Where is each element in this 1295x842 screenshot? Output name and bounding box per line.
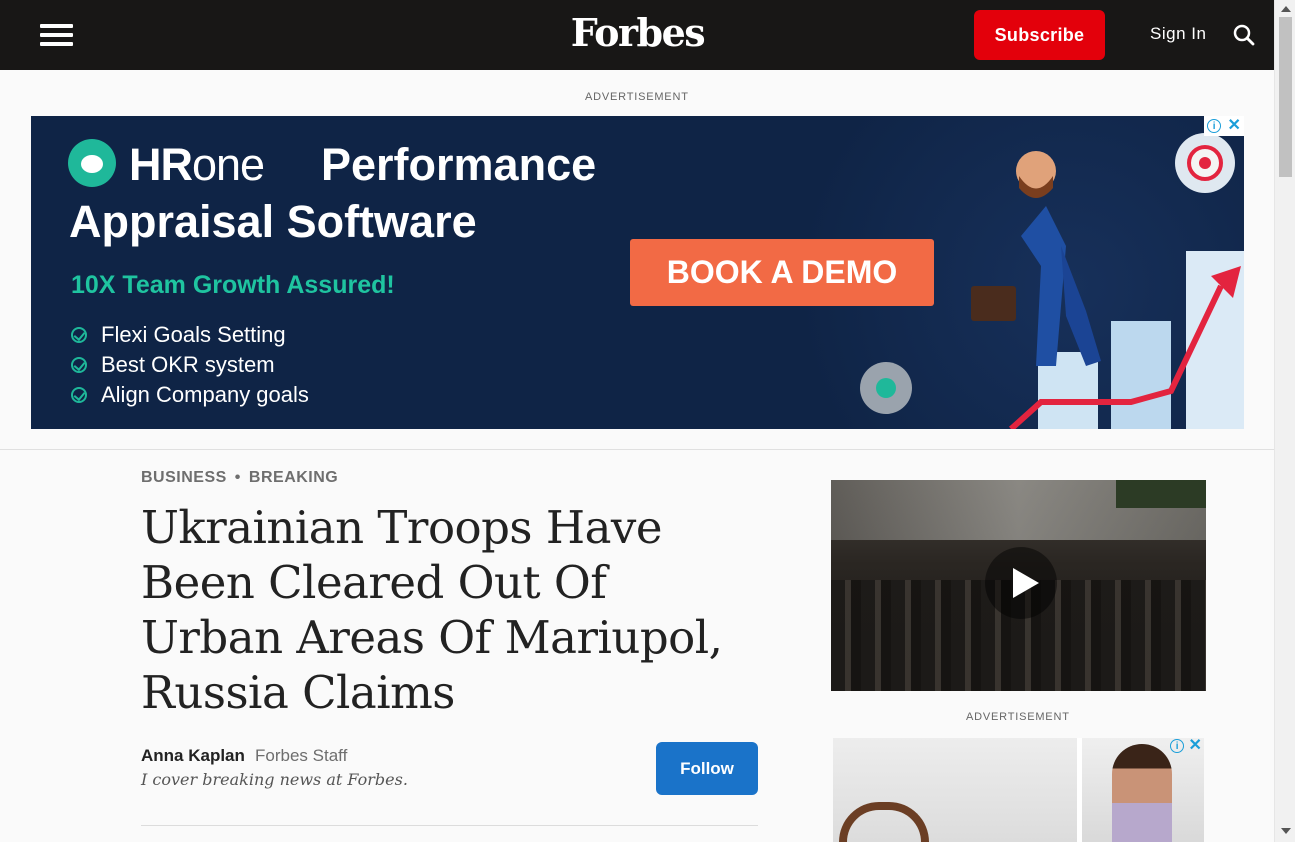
menu-icon[interactable] — [40, 24, 73, 46]
advertisement-label: ADVERTISEMENT — [966, 711, 1070, 723]
section-divider — [0, 449, 1274, 450]
check-circle-icon — [71, 387, 87, 403]
article-channels: BUSINESS • BREAKING — [141, 469, 339, 486]
scrollbar-thumb[interactable] — [1279, 17, 1292, 177]
ad-feature-item: Best OKR system — [71, 352, 275, 378]
close-icon[interactable]: ✕ — [1227, 118, 1240, 134]
top-navigation-bar: Forbes Subscribe Sign In — [0, 0, 1274, 70]
ad-feature-item: Align Company goals — [71, 382, 309, 408]
sign-in-link[interactable]: Sign In — [1150, 24, 1206, 44]
channel-link-breaking[interactable]: BREAKING — [249, 469, 338, 486]
follow-button[interactable]: Follow — [656, 742, 758, 795]
forbes-logo[interactable]: Forbes — [560, 10, 715, 55]
sidebar-advertisement[interactable]: i ✕ — [833, 738, 1204, 842]
author-name[interactable]: Anna Kaplan — [141, 746, 245, 766]
info-icon[interactable]: i — [1170, 739, 1185, 753]
ad-feature-item: Flexi Goals Setting — [71, 322, 286, 348]
hrone-logo-icon — [68, 139, 116, 187]
ad-tagline: 10X Team Growth Assured! — [71, 271, 395, 299]
ad-choices[interactable]: i ✕ — [1168, 738, 1204, 754]
ad-brand-name: HRone — [129, 139, 265, 190]
video-player[interactable] — [831, 480, 1206, 691]
vertical-scrollbar[interactable] — [1274, 0, 1295, 842]
article-headline: Ukrainian Troops Have Been Cleared Out O… — [141, 501, 723, 719]
advertisement-label: ADVERTISEMENT — [585, 91, 689, 103]
ad-product-image[interactable] — [833, 738, 1077, 842]
model-image — [1112, 744, 1172, 842]
check-circle-icon — [71, 327, 87, 343]
banner-advertisement[interactable]: HRone Performance Appraisal Software 10X… — [31, 116, 1244, 429]
ad-headline-line1: Performance — [321, 139, 597, 190]
search-icon[interactable] — [1233, 24, 1255, 46]
ad-choices[interactable]: i ✕ — [1204, 116, 1244, 136]
check-circle-icon — [71, 357, 87, 373]
scroll-down-arrow-icon[interactable] — [1281, 828, 1291, 834]
author-bio: I cover breaking news at Forbes. — [141, 770, 408, 789]
channel-link-business[interactable]: BUSINESS — [141, 469, 227, 486]
subscribe-button[interactable]: Subscribe — [974, 10, 1105, 60]
ad-illustration — [860, 133, 1244, 429]
sunglasses-image — [839, 802, 929, 842]
info-icon[interactable]: i — [1207, 119, 1222, 133]
ad-headline-line2: Appraisal Software — [69, 196, 477, 247]
scroll-up-arrow-icon[interactable] — [1281, 6, 1291, 12]
close-icon[interactable]: ✕ — [1188, 738, 1201, 754]
author-role: Forbes Staff — [255, 746, 348, 765]
page: Forbes Subscribe Sign In ADVERTISEMENT H… — [0, 0, 1295, 842]
article-divider — [141, 825, 758, 826]
play-icon[interactable] — [985, 547, 1057, 619]
